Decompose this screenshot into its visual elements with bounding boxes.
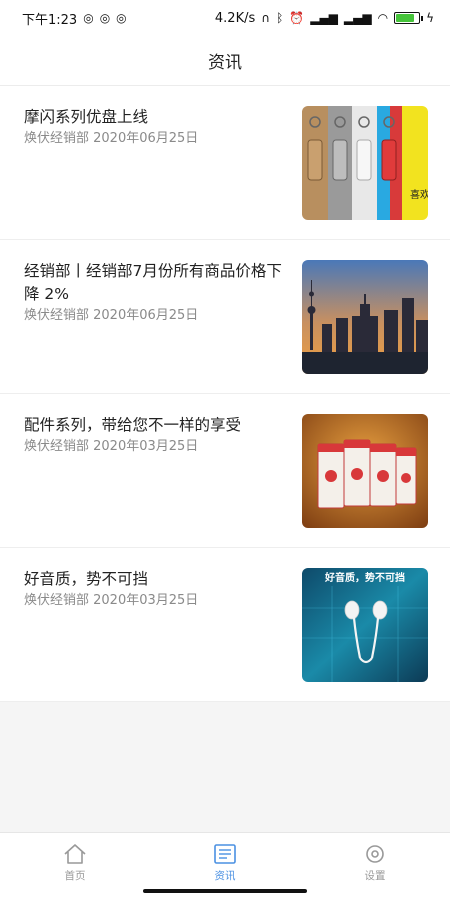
accessory-boxes-image xyxy=(302,414,428,528)
page-title: 资讯 xyxy=(208,53,242,73)
status-left: 下午1:23 ◎ ◎ ◎ xyxy=(22,9,127,28)
news-icon xyxy=(214,844,236,864)
headphones-icon: ∩ xyxy=(261,11,271,25)
battery-icon xyxy=(394,12,424,24)
tab-label: 资讯 xyxy=(214,870,236,882)
home-icon xyxy=(64,844,86,864)
usb-tag-text: 喜欢 xyxy=(410,188,428,201)
earphones-image: 好音质，势不可挡 xyxy=(302,568,428,682)
news-meta: 焕伏经销部 2020年06月25日 xyxy=(24,131,199,146)
news-thumbnail[interactable] xyxy=(302,414,428,528)
earphones-caption: 好音质，势不可挡 xyxy=(324,571,405,584)
notification-icon: ◎ xyxy=(99,11,111,25)
news-title: 好音质，势不可挡 xyxy=(24,570,149,588)
city-skyline-image xyxy=(302,260,428,374)
news-item[interactable]: 好音质，势不可挡 焕伏经销部 2020年03月25日 好音质，势不可挡 xyxy=(0,548,450,702)
notification-icon: ◎ xyxy=(83,11,94,25)
news-list: 摩闪系列优盘上线 焕伏经销部 2020年06月25日 喜欢 经销部丨经销部7月份… xyxy=(0,86,450,702)
news-text: 经销部丨经销部7月份所有商品价格下降 2% 焕伏经销部 2020年06月25日 xyxy=(24,260,290,325)
network-speed: 4.2K/s xyxy=(214,10,256,26)
news-title: 摩闪系列优盘上线 xyxy=(24,108,149,126)
wifi-icon: ◠ xyxy=(377,11,389,25)
settings-icon xyxy=(366,845,384,863)
news-item[interactable]: 经销部丨经销部7月份所有商品价格下降 2% 焕伏经销部 2020年06月25日 xyxy=(0,240,450,394)
news-thumbnail[interactable] xyxy=(302,260,428,374)
home-indicator[interactable] xyxy=(143,889,307,893)
status-time: 下午1:23 xyxy=(22,12,78,28)
news-text: 好音质，势不可挡 焕伏经销部 2020年03月25日 xyxy=(24,568,290,610)
news-thumbnail[interactable]: 喜欢 xyxy=(302,106,428,220)
tab-news[interactable]: 资讯 xyxy=(180,843,270,883)
tab-settings[interactable]: 设置 xyxy=(330,843,420,883)
bluetooth-icon: ᛒ xyxy=(276,11,284,25)
status-bar: 下午1:23 ◎ ◎ ◎ 4.2K/s ∩ ᛒ ⏰ ▂▄▆ ▂▄▆ ◠ ϟ xyxy=(0,0,450,36)
news-meta: 焕伏经销部 2020年06月25日 xyxy=(24,308,199,323)
signal-icon: ▂▄▆ xyxy=(343,11,372,25)
news-item[interactable]: 摩闪系列优盘上线 焕伏经销部 2020年06月25日 喜欢 xyxy=(0,86,450,240)
news-meta: 焕伏经销部 2020年03月25日 xyxy=(24,439,199,454)
usb-drives-image: 喜欢 xyxy=(302,106,428,220)
news-meta: 焕伏经销部 2020年03月25日 xyxy=(24,593,199,608)
tab-label: 设置 xyxy=(364,870,386,882)
news-text: 配件系列，带给您不一样的享受 焕伏经销部 2020年03月25日 xyxy=(24,414,290,456)
page-header: 资讯 xyxy=(0,36,450,86)
alarm-icon: ⏰ xyxy=(289,11,305,25)
tab-home[interactable]: 首页 xyxy=(30,843,120,883)
news-title: 经销部丨经销部7月份所有商品价格下降 2% xyxy=(24,262,282,303)
news-thumbnail[interactable]: 好音质，势不可挡 xyxy=(302,568,428,682)
battery-fill xyxy=(396,14,414,22)
signal-icon: ▂▄▆ xyxy=(310,11,338,25)
notification-icon: ◎ xyxy=(116,11,127,25)
tab-label: 首页 xyxy=(64,870,86,882)
charging-icon: ϟ xyxy=(426,11,434,25)
news-title: 配件系列，带给您不一样的享受 xyxy=(24,416,242,434)
status-right: 4.2K/s ∩ ᛒ ⏰ ▂▄▆ ▂▄▆ ◠ ϟ xyxy=(215,11,434,26)
news-item[interactable]: 配件系列，带给您不一样的享受 焕伏经销部 2020年03月25日 xyxy=(0,394,450,548)
news-text: 摩闪系列优盘上线 焕伏经销部 2020年06月25日 xyxy=(24,106,290,148)
